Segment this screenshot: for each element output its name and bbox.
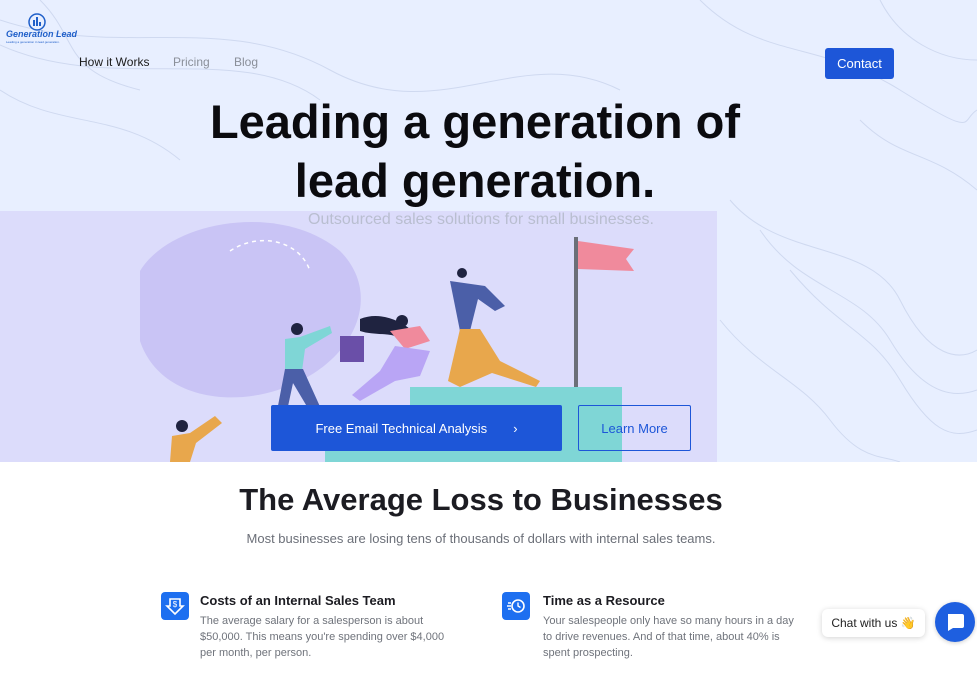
contact-button[interactable]: Contact bbox=[825, 48, 894, 79]
hero-title: Leading a generation of lead generation. bbox=[0, 92, 950, 210]
feature-text-line: $50,000. This means you're spending over… bbox=[200, 631, 445, 643]
nav-how-it-works[interactable]: How it Works bbox=[79, 55, 149, 69]
feature-title-costs: Costs of an Internal Sales Team bbox=[200, 593, 396, 608]
section-subtitle: Most businesses are losing tens of thous… bbox=[246, 531, 716, 546]
feature-text-line: per month, per person. bbox=[200, 647, 312, 659]
feature-text-time: Your salespeople only have so many hours… bbox=[543, 613, 813, 661]
free-email-analysis-label: Free Email Technical Analysis bbox=[315, 420, 488, 436]
feature-text-line: to drive revenues. And of that time, abo… bbox=[543, 631, 780, 643]
brand-name: Generation Lead bbox=[6, 29, 78, 39]
section-title: The Average Loss to Businesses bbox=[239, 482, 723, 517]
nav-blog[interactable]: Blog bbox=[234, 55, 258, 69]
hero-section: Generation Lead Leading a generation in … bbox=[0, 0, 977, 462]
feature-text-costs: The average salary for a salesperson is … bbox=[200, 613, 470, 661]
chat-label: Chat with us bbox=[831, 616, 898, 630]
hero-subtitle: Outsourced sales solutions for small bus… bbox=[308, 211, 654, 228]
brand-tagline: Leading a generation in lead generation. bbox=[6, 40, 60, 44]
hero-title-line-2: lead generation. bbox=[294, 154, 656, 207]
feature-title-time: Time as a Resource bbox=[543, 593, 665, 608]
svg-text:$: $ bbox=[173, 600, 178, 609]
chat-with-us-bubble[interactable]: Chat with us 👋 bbox=[822, 609, 925, 637]
chevron-right-icon: › bbox=[513, 420, 518, 436]
chat-launcher-button[interactable] bbox=[935, 602, 975, 642]
free-email-analysis-button[interactable]: Free Email Technical Analysis › bbox=[271, 405, 562, 451]
nav-pricing[interactable]: Pricing bbox=[173, 55, 210, 69]
dollar-download-icon: $ bbox=[161, 592, 189, 620]
feature-text-line: The average salary for a salesperson is … bbox=[200, 615, 424, 627]
chat-icon bbox=[948, 614, 964, 631]
learn-more-button[interactable]: Learn More bbox=[578, 405, 691, 451]
time-clock-icon bbox=[502, 592, 530, 620]
feature-text-line: Your salespeople only have so many hours… bbox=[543, 615, 794, 627]
feature-text-line: spent prospecting. bbox=[543, 647, 633, 659]
hero-title-line-1: Leading a generation of bbox=[209, 95, 741, 148]
waving-hand-icon: 👋 bbox=[900, 616, 916, 630]
